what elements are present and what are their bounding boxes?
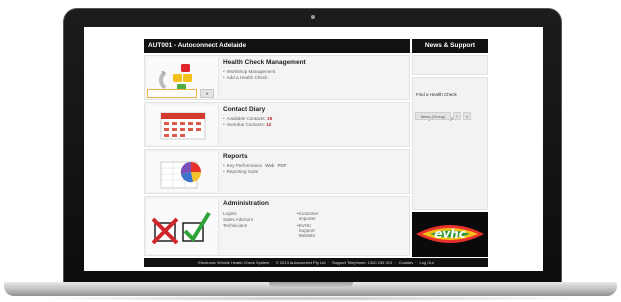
health-check-title: Health Check Management <box>223 59 306 66</box>
find-panel: Find a Health Check Weekly Email Report <box>412 77 488 210</box>
laptop-notch <box>269 282 353 288</box>
weekly-help-button[interactable]: ? <box>453 112 461 120</box>
administration-card: Administration Logins Sales Advisors Tec… <box>144 196 410 256</box>
reports-title: Reports <box>223 153 248 160</box>
laptop-screen: AUT001 - Autoconnect Adelaide News & Sup… <box>84 27 543 271</box>
news-panel <box>412 55 488 75</box>
kpi-web-link[interactable]: Web <box>265 163 274 168</box>
footer-system-name: Electronic Vehicle Health Check System <box>198 260 270 265</box>
customer-importer-link[interactable]: • Customer Importer <box>297 211 319 221</box>
weekly-items-group-button[interactable]: Items (Group) <box>415 112 451 120</box>
laptop-shadow <box>30 296 591 301</box>
overdue-contacts-count: 12 <box>266 122 272 128</box>
add-health-check-link[interactable]: • Add a Health Check <box>223 75 405 81</box>
find-health-check-input[interactable] <box>147 89 197 98</box>
kpi-pdf-link[interactable]: PDF <box>277 163 286 168</box>
news-support-title: News & Support <box>412 39 488 53</box>
evhc-support-website-link[interactable]: • EVHC Support Website <box>297 223 315 238</box>
reports-card: Reports • Key Performance Web PDF • Reportin… <box>144 149 410 194</box>
pie-chart-icon <box>147 152 219 192</box>
page-title: AUT001 - Autoconnect Adelaide <box>144 39 410 53</box>
find-search-button[interactable]: » <box>200 89 214 98</box>
contact-diary-title: Contact Diary <box>223 106 266 113</box>
footer-support-phone: Support Telephone: 1300 235 913 <box>331 260 393 265</box>
contact-diary-card: Contact Diary • Available Contacts: 15 • O… <box>144 102 410 147</box>
find-health-check-label: Find a Health Check <box>416 92 457 97</box>
footer-copyright: © 2013 Autoconnect Pty Ltd <box>275 260 326 265</box>
calendar-icon <box>147 105 219 145</box>
reporting-suite-link[interactable]: • Reporting Suite <box>223 169 405 175</box>
footer-cookies-link[interactable]: Cookies <box>399 260 413 265</box>
overdue-contacts-link[interactable]: • Overdue Contacts: 12 <box>223 122 405 128</box>
camera-icon <box>311 15 315 19</box>
weekly-go-button[interactable]: » <box>463 112 471 120</box>
technicians-link[interactable]: Technicians <box>223 223 247 228</box>
administration-title: Administration <box>223 200 269 207</box>
app-page: AUT001 - Autoconnect Adelaide News & Sup… <box>144 39 488 267</box>
sales-advisors-link[interactable]: Sales Advisors <box>223 217 253 222</box>
laptop-lid: AUT001 - Autoconnect Adelaide News & Sup… <box>63 8 562 284</box>
logins-link[interactable]: Logins <box>223 211 237 216</box>
footer-bar: Electronic Vehicle Health Check System · … <box>144 258 488 267</box>
available-contacts-count: 15 <box>267 116 273 121</box>
evhc-logo: evhc <box>412 212 488 257</box>
footer-logout-link[interactable]: Log Out <box>420 260 434 265</box>
checkbox-icon <box>147 199 219 254</box>
evhc-logo-text: evhc <box>434 227 466 241</box>
